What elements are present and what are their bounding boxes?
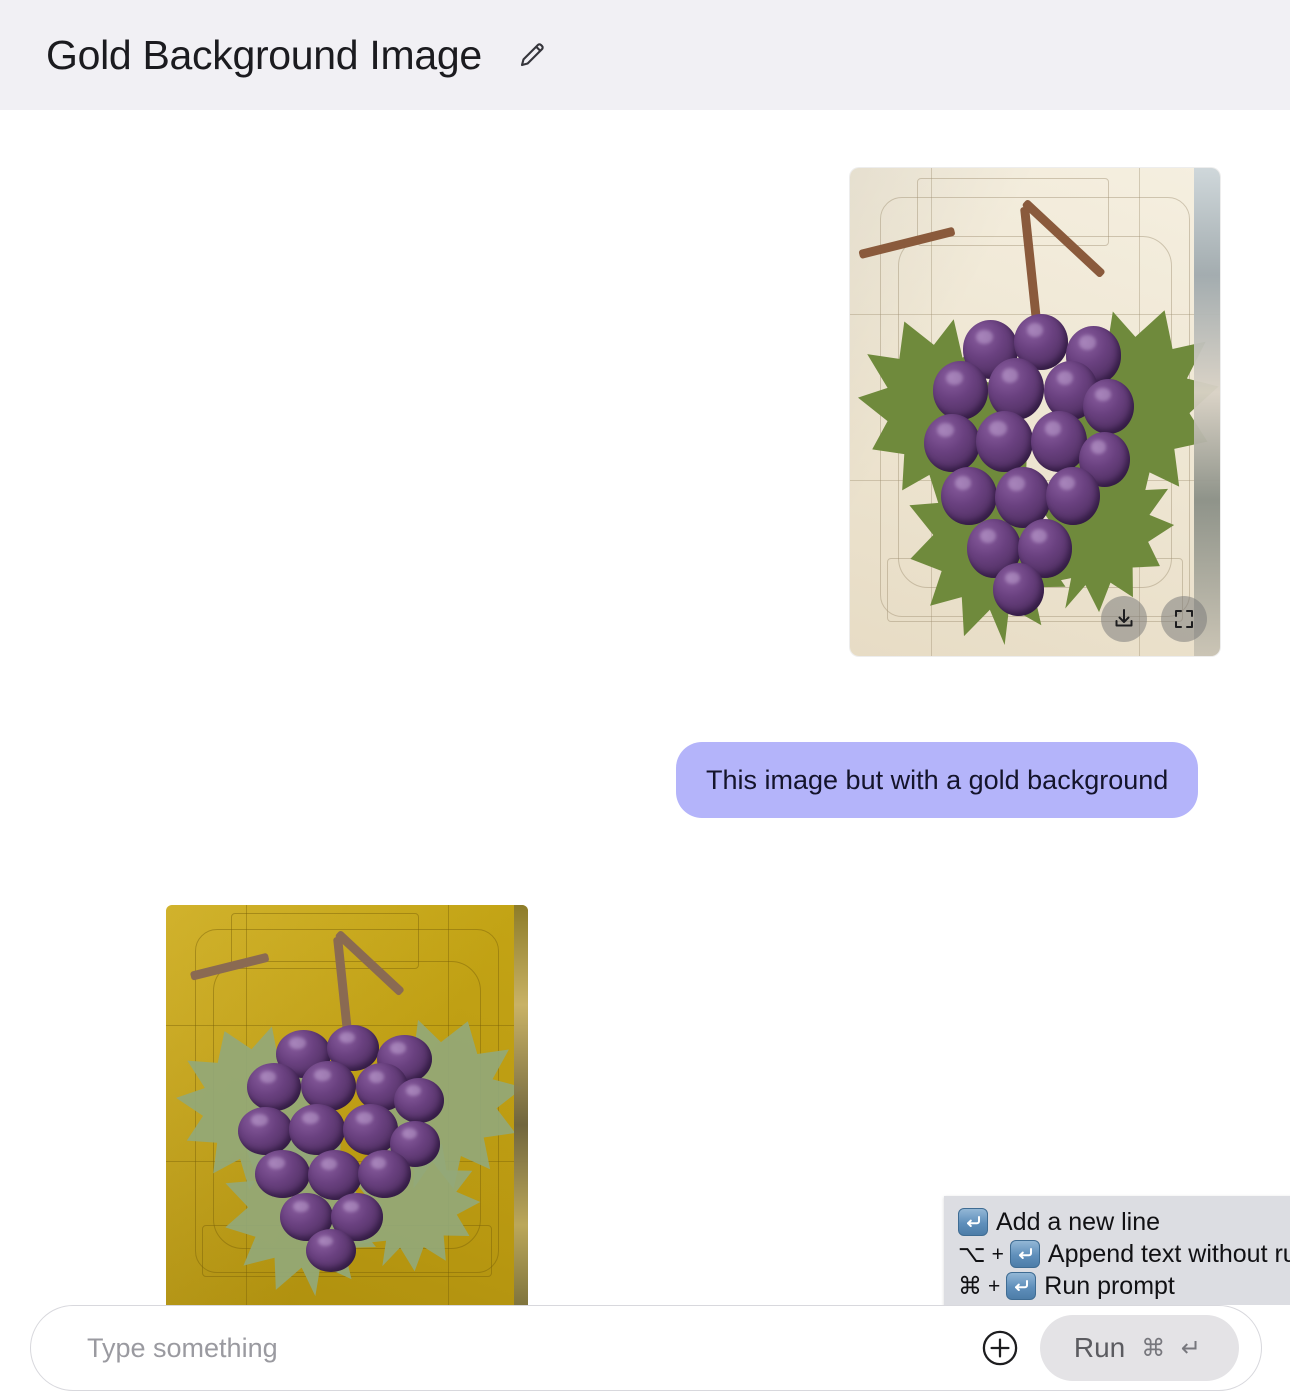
user-message-bubble: This image but with a gold background xyxy=(676,742,1199,819)
add-attachment-button[interactable] xyxy=(976,1324,1024,1372)
user-message-text: This image but with a gold background xyxy=(706,765,1169,795)
command-key-label: ⌘ xyxy=(958,1272,982,1300)
shortcut-row: ⌘ + Run prompt xyxy=(958,1270,1290,1302)
result-image-card[interactable] xyxy=(166,905,528,1305)
shortcut-label: Add a new line xyxy=(996,1207,1161,1236)
image-action-buttons xyxy=(1101,596,1207,642)
app-header: Gold Background Image xyxy=(0,0,1290,110)
grape-cluster xyxy=(238,1025,448,1273)
shortcut-label: Run prompt xyxy=(1044,1271,1175,1300)
run-button[interactable]: Run ⌘ ↵ xyxy=(1039,1315,1239,1381)
shortcut-row: ⌥ + Append text without run xyxy=(958,1238,1290,1270)
original-image xyxy=(850,168,1220,656)
return-key-icon xyxy=(1009,1240,1040,1268)
pencil-icon xyxy=(517,40,547,70)
app-root: Gold Background Image This image but wit… xyxy=(0,0,1290,1399)
run-button-shortcut: ⌘ ↵ xyxy=(1141,1334,1205,1362)
fullscreen-button[interactable] xyxy=(1161,596,1207,642)
return-key-icon xyxy=(958,1208,988,1236)
run-button-label: Run xyxy=(1073,1332,1126,1363)
plus-circle-icon xyxy=(979,1327,1021,1369)
shortcut-keys: ⌥ + xyxy=(958,1240,1040,1268)
shortcut-keys xyxy=(958,1208,988,1236)
shortcut-label: Append text without run xyxy=(1047,1239,1290,1268)
grape-cluster xyxy=(924,314,1139,616)
conversation-area: This image but with a gold background xyxy=(0,110,1290,1305)
download-icon xyxy=(1112,607,1136,631)
original-image-card[interactable] xyxy=(850,168,1220,656)
return-key-icon xyxy=(1006,1272,1037,1300)
option-key-label: ⌥ xyxy=(958,1240,986,1268)
edit-title-button[interactable] xyxy=(510,33,554,77)
keyboard-shortcut-tooltip: Add a new line ⌥ + Append text without r… xyxy=(944,1196,1290,1314)
fullscreen-icon xyxy=(1172,607,1196,631)
shortcut-row: Add a new line xyxy=(958,1206,1290,1238)
page-title: Gold Background Image xyxy=(46,31,482,78)
plus-separator: + xyxy=(988,1274,1001,1298)
shortcut-keys: ⌘ + xyxy=(958,1272,1037,1300)
result-image xyxy=(166,905,528,1305)
plus-separator: + xyxy=(991,1242,1004,1266)
prompt-input[interactable] xyxy=(87,1306,976,1390)
download-button[interactable] xyxy=(1101,596,1147,642)
composer-bar: Run ⌘ ↵ xyxy=(30,1305,1262,1391)
